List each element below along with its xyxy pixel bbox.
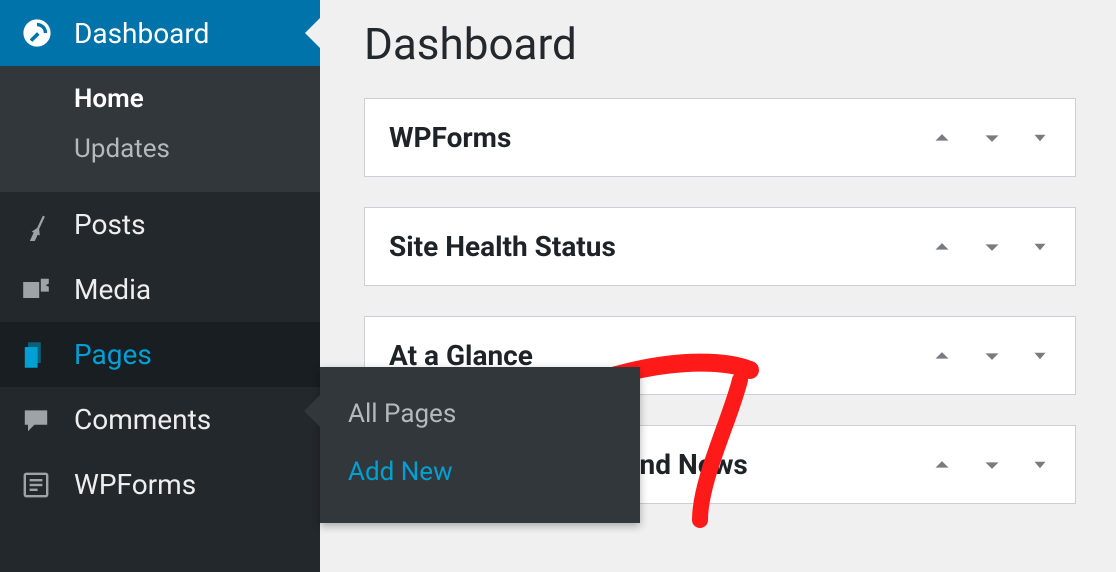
pages-icon [20,339,60,371]
widget-site-health: Site Health Status [364,207,1076,286]
toggle-icon[interactable] [1029,454,1051,476]
widget-wpforms: WPForms [364,98,1076,177]
move-up-icon[interactable] [929,234,955,260]
flyout-arrow-icon [304,395,320,427]
flyout-item-all-pages[interactable]: All Pages [320,385,640,443]
comments-icon [20,404,60,436]
pages-flyout-menu: All Pages Add New [320,367,640,523]
sidebar-item-posts[interactable]: Posts [0,192,320,257]
wpforms-icon [20,469,60,501]
dashboard-icon [20,16,60,50]
flyout-item-add-new[interactable]: Add New [320,443,640,501]
move-up-icon[interactable] [929,125,955,151]
move-down-icon[interactable] [979,343,1005,369]
widget-controls [929,125,1051,151]
sidebar-item-media[interactable]: Media [0,257,320,322]
toggle-icon[interactable] [1029,236,1051,258]
toggle-icon[interactable] [1029,127,1051,149]
sidebar-item-label: Media [74,273,151,306]
widget-title: Site Health Status [389,230,616,263]
widget-controls [929,343,1051,369]
sidebar-item-label: Posts [74,208,146,241]
move-down-icon[interactable] [979,452,1005,478]
widget-controls [929,234,1051,260]
media-icon [20,274,60,306]
sidebar-item-label: Comments [74,403,211,436]
sidebar-item-label: Pages [74,338,152,371]
page-title: Dashboard [364,18,1076,70]
active-indicator-icon [305,17,321,49]
move-down-icon[interactable] [979,125,1005,151]
widget-title: WPForms [389,121,511,154]
submenu-item-updates[interactable]: Updates [0,124,320,174]
sidebar-item-pages[interactable]: Pages [0,322,320,387]
sidebar-item-dashboard[interactable]: Dashboard [0,0,320,66]
widget-controls [929,452,1051,478]
toggle-icon[interactable] [1029,345,1051,367]
sidebar-item-label: WPForms [74,468,196,501]
dashboard-submenu: Home Updates [0,66,320,192]
admin-sidebar: Dashboard Home Updates Posts Media Pages… [0,0,320,572]
sidebar-item-label: Dashboard [74,17,209,50]
move-up-icon[interactable] [929,343,955,369]
move-down-icon[interactable] [979,234,1005,260]
sidebar-item-comments[interactable]: Comments [0,387,320,452]
sidebar-item-wpforms[interactable]: WPForms [0,452,320,517]
move-up-icon[interactable] [929,452,955,478]
submenu-item-home[interactable]: Home [0,74,320,124]
pin-icon [20,209,60,241]
